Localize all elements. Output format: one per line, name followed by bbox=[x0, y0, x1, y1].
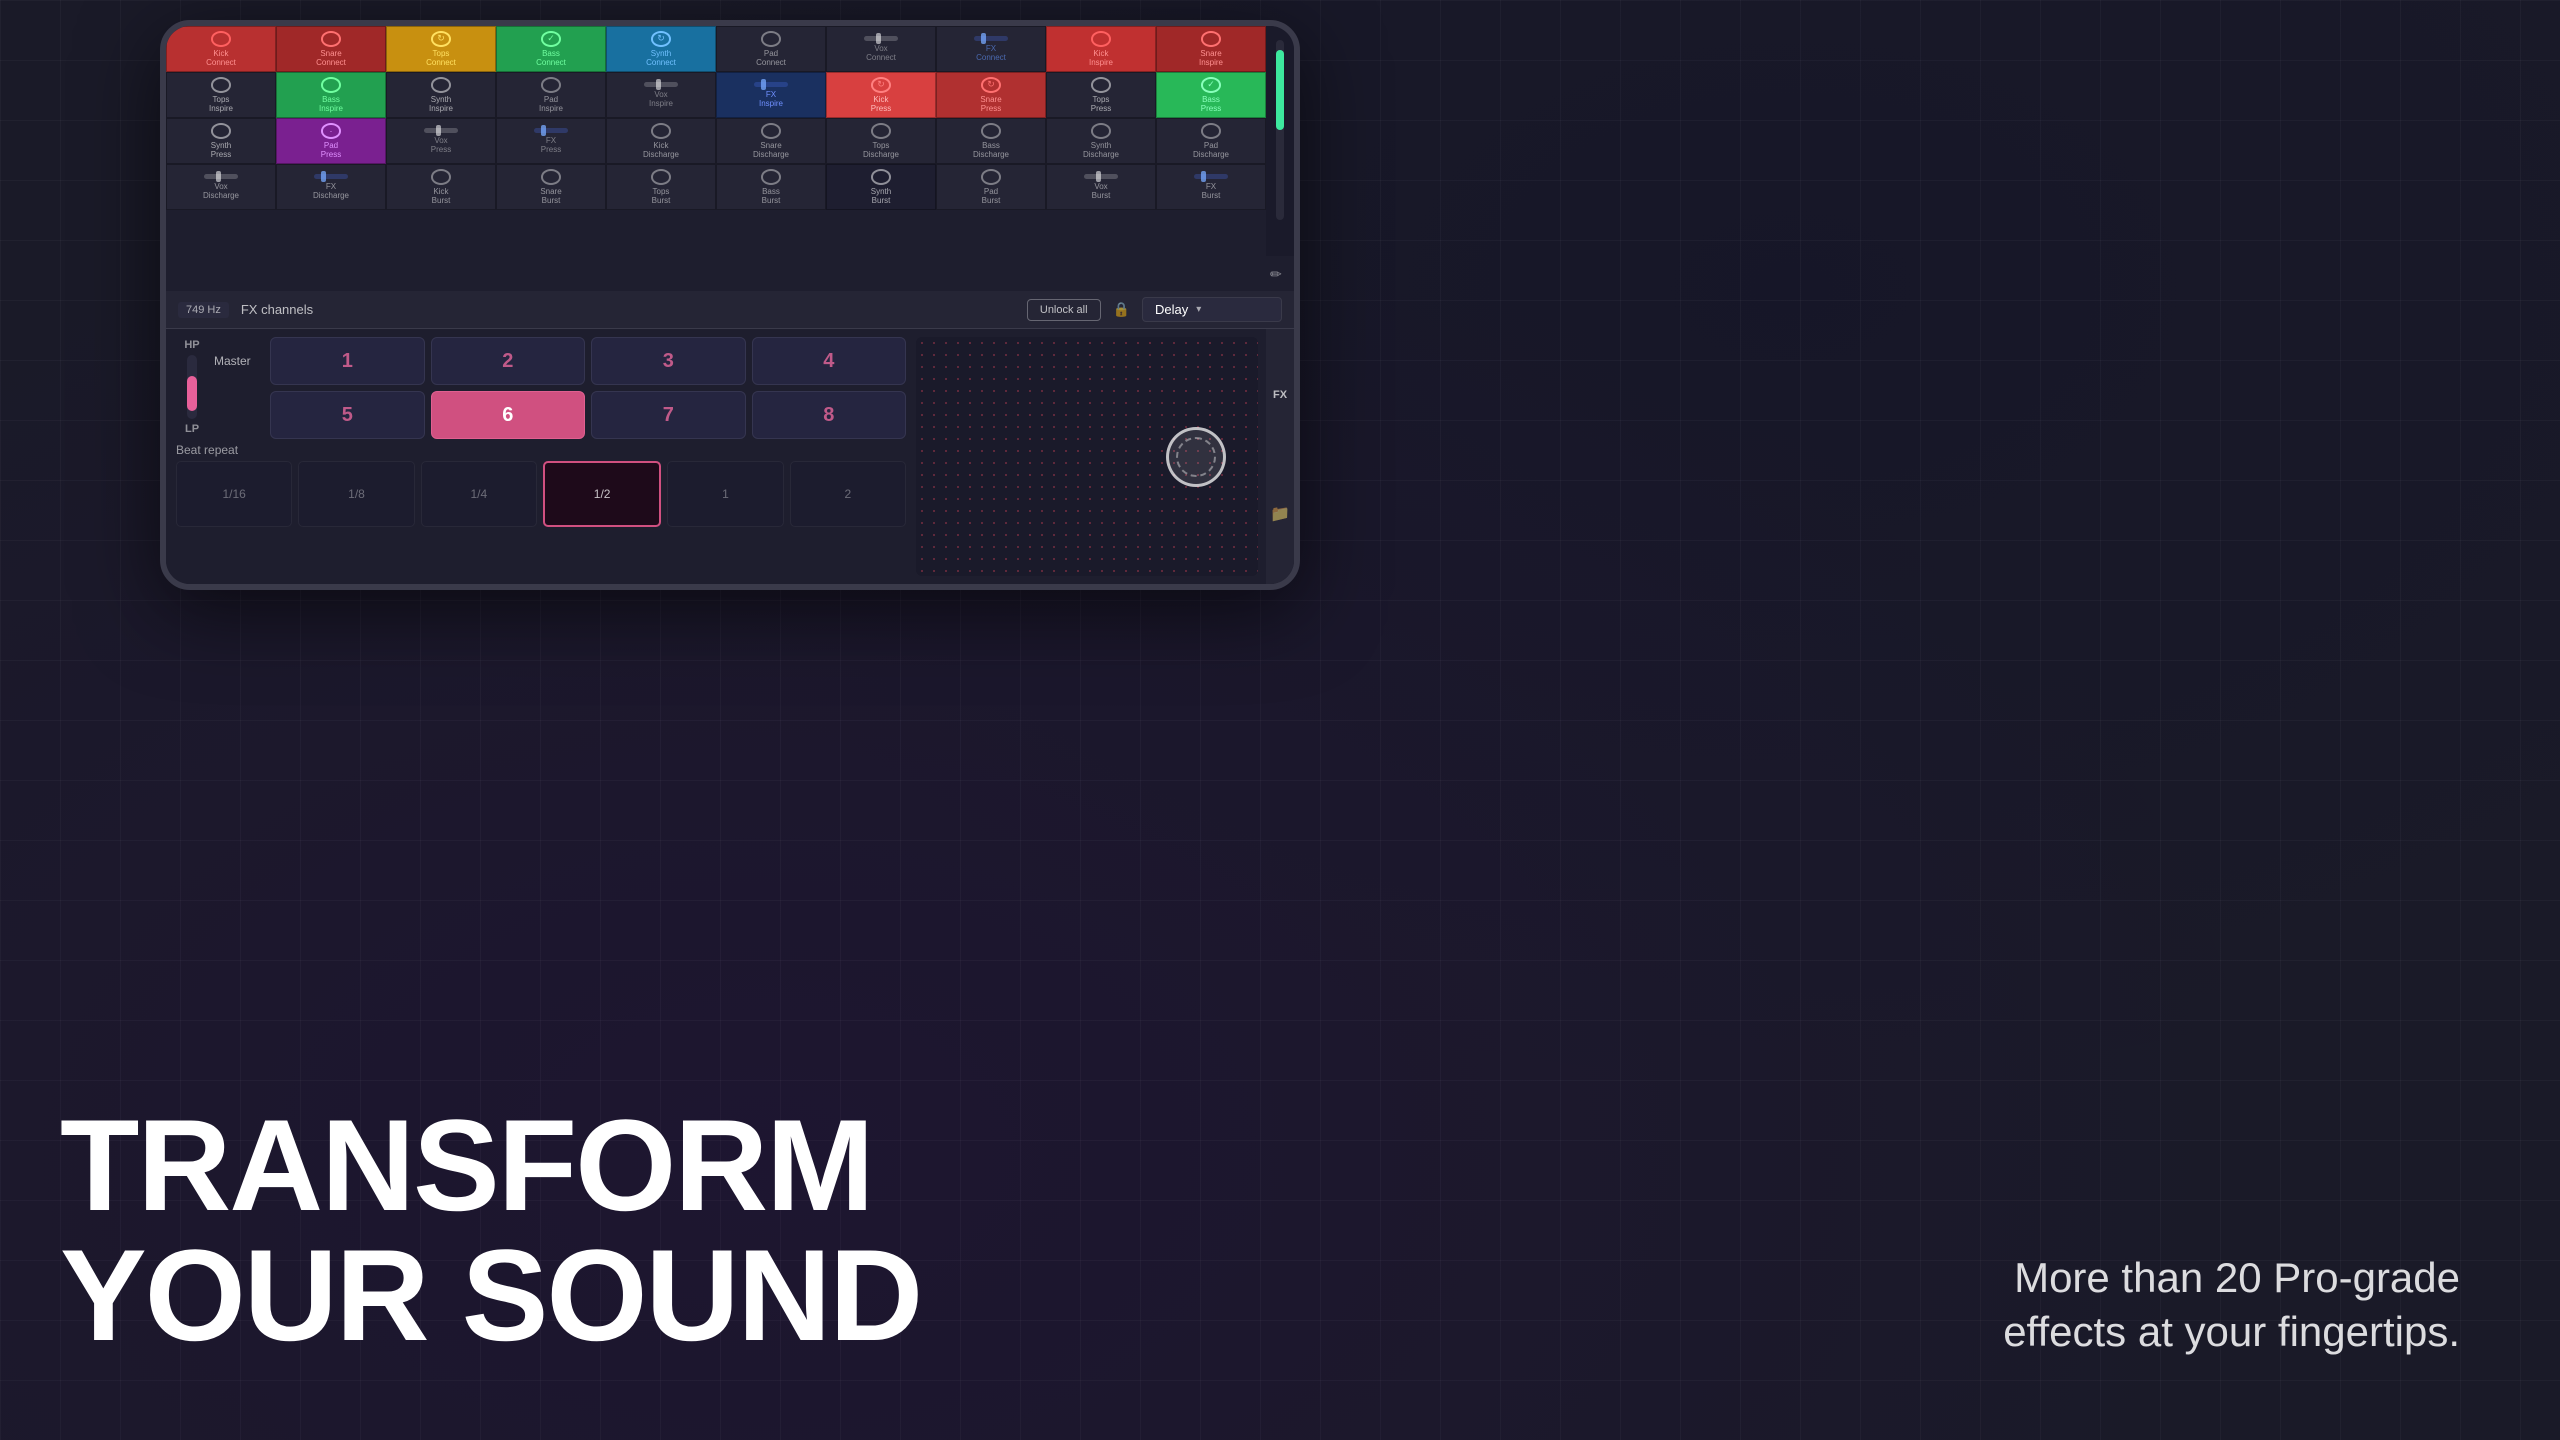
pad-cell-fx-press[interactable]: FXPress bbox=[496, 118, 606, 164]
channel-buttons-row-2: 5 6 7 8 bbox=[270, 391, 906, 439]
fx-header: 749 Hz FX channels Unlock all 🔒 Delay ▾ bbox=[166, 291, 1294, 329]
pad-cell-pad-connect[interactable]: PadConnect bbox=[716, 26, 826, 72]
master-channels: Master 1 2 3 4 bbox=[214, 337, 906, 437]
frequency-badge: 749 Hz bbox=[178, 302, 229, 318]
channel-1-button[interactable]: 1 bbox=[270, 337, 425, 385]
pad-cell-bass-connect[interactable]: ✓BassConnect bbox=[496, 26, 606, 72]
channel-buttons-row-1: 1 2 3 4 bbox=[270, 337, 906, 385]
beat-1-16-button[interactable]: 1/16 bbox=[176, 461, 292, 527]
edit-icon[interactable]: ✏ bbox=[1270, 266, 1290, 286]
pad-cell-pad-press[interactable]: ·PadPress bbox=[276, 118, 386, 164]
fx-knob[interactable] bbox=[1166, 427, 1226, 487]
pad-cell-vox-press[interactable]: VoxPress bbox=[386, 118, 496, 164]
channel-6-button[interactable]: 6 bbox=[431, 391, 586, 439]
channels-panel: HP LP Master 1 bbox=[166, 329, 916, 584]
pad-cell-kick-press[interactable]: ↻KickPress bbox=[826, 72, 936, 118]
lp-label: LP bbox=[185, 423, 199, 435]
right-description-text: More than 20 Pro-grade effects at your f… bbox=[2003, 1251, 2460, 1360]
pad-cell-snare-burst[interactable]: SnareBurst bbox=[496, 164, 606, 210]
beat-1-2-button[interactable]: 1/2 bbox=[543, 461, 661, 527]
pad-cell-kick-connect[interactable]: KickConnect bbox=[166, 26, 276, 72]
channel-row-2: 5 6 7 8 bbox=[214, 391, 906, 439]
pad-cell-fx-inspire[interactable]: FXInspire bbox=[716, 72, 826, 118]
tablet-screen: KickConnectSnareConnect↻TopsConnect✓Bass… bbox=[166, 26, 1294, 584]
pad-cell-pad-discharge[interactable]: PadDischarge bbox=[1156, 118, 1266, 164]
channel-8-button[interactable]: 8 bbox=[752, 391, 907, 439]
pad-cell-snare-connect[interactable]: SnareConnect bbox=[276, 26, 386, 72]
pad-cell-kick-discharge[interactable]: KickDischarge bbox=[606, 118, 716, 164]
lock-icon: 🔒 bbox=[1113, 301, 1130, 318]
fx-channels-label: FX channels bbox=[241, 302, 1015, 317]
pad-cell-pad-burst[interactable]: PadBurst bbox=[936, 164, 1046, 210]
pad-cell-fx-burst[interactable]: FXBurst bbox=[1156, 164, 1266, 210]
pad-cell-tops-burst[interactable]: TopsBurst bbox=[606, 164, 716, 210]
beat-2-button[interactable]: 2 bbox=[790, 461, 906, 527]
pad-cell-bass-discharge[interactable]: BassDischarge bbox=[936, 118, 1046, 164]
unlock-all-button[interactable]: Unlock all bbox=[1027, 299, 1101, 321]
pad-cell-synth-connect[interactable]: ↻SynthConnect bbox=[606, 26, 716, 72]
pad-cell-synth-burst[interactable]: SynthBurst bbox=[826, 164, 936, 210]
folder-icon[interactable]: 📁 bbox=[1270, 504, 1290, 524]
beat-repeat-buttons: 1/16 1/8 1/4 1/2 1 2 bbox=[176, 461, 906, 527]
beat-1-button[interactable]: 1 bbox=[667, 461, 783, 527]
pad-cell-vox-inspire[interactable]: VoxInspire bbox=[606, 72, 716, 118]
tablet-device: KickConnectSnareConnect↻TopsConnect✓Bass… bbox=[160, 20, 1300, 590]
pad-cell-snare-press[interactable]: ↻SnarePress bbox=[936, 72, 1046, 118]
pad-cell-kick-burst[interactable]: KickBurst bbox=[386, 164, 496, 210]
scroll-column bbox=[1266, 26, 1294, 256]
pad-grid: KickConnectSnareConnect↻TopsConnect✓Bass… bbox=[166, 26, 1266, 256]
pad-cell-bass-press[interactable]: ✓BassPress bbox=[1156, 72, 1266, 118]
fx-side-button[interactable]: FX bbox=[1273, 389, 1287, 401]
channel-4-button[interactable]: 4 bbox=[752, 337, 907, 385]
beat-1-4-button[interactable]: 1/4 bbox=[421, 461, 537, 527]
headline-line-1: TRANSFORM bbox=[60, 1100, 921, 1230]
pad-cell-vox-burst[interactable]: VoxBurst bbox=[1046, 164, 1156, 210]
pad-cell-snare-inspire[interactable]: SnareInspire bbox=[1156, 26, 1266, 72]
scroll-thumb bbox=[1276, 50, 1284, 130]
pad-cell-synth-press[interactable]: SynthPress bbox=[166, 118, 276, 164]
pad-cell-tops-press[interactable]: TopsPress bbox=[1046, 72, 1156, 118]
pad-cell-fx-discharge[interactable]: FXDischarge bbox=[276, 164, 386, 210]
channel-7-button[interactable]: 7 bbox=[591, 391, 746, 439]
master-row: Master 1 2 3 4 bbox=[214, 337, 906, 385]
master-label: Master bbox=[214, 354, 264, 368]
fx-knob-inner bbox=[1176, 437, 1216, 477]
delay-selector[interactable]: Delay ▾ bbox=[1142, 297, 1282, 322]
pad-cell-bass-inspire[interactable]: BassInspire bbox=[276, 72, 386, 118]
description-line1: More than 20 Pro-grade bbox=[2014, 1254, 2460, 1301]
filter-column: HP LP bbox=[176, 337, 208, 437]
fx-body: HP LP Master 1 bbox=[166, 329, 1294, 584]
fx-visualizer bbox=[916, 337, 1258, 576]
delay-label: Delay bbox=[1155, 302, 1188, 317]
scroll-bar[interactable] bbox=[1276, 40, 1284, 220]
side-panel: FX 📁 bbox=[1266, 329, 1294, 584]
pad-cell-tops-discharge[interactable]: TopsDischarge bbox=[826, 118, 936, 164]
headline-line-2: YOUR SOUND bbox=[60, 1230, 921, 1360]
pad-cell-snare-discharge[interactable]: SnareDischarge bbox=[716, 118, 826, 164]
pad-cell-synth-inspire[interactable]: SynthInspire bbox=[386, 72, 496, 118]
beat-repeat-label: Beat repeat bbox=[176, 443, 906, 457]
pad-cell-kick-inspire[interactable]: KickInspire bbox=[1046, 26, 1156, 72]
pad-cell-vox-connect[interactable]: VoxConnect bbox=[826, 26, 936, 72]
beat-1-8-button[interactable]: 1/8 bbox=[298, 461, 414, 527]
channel-2-button[interactable]: 2 bbox=[431, 337, 586, 385]
description-line2: effects at your fingertips. bbox=[2003, 1308, 2460, 1355]
channel-5-button[interactable]: 5 bbox=[270, 391, 425, 439]
channel-buttons-area: HP LP Master 1 bbox=[176, 337, 906, 437]
pad-cell-fx-connect[interactable]: FXConnect bbox=[936, 26, 1046, 72]
main-text-section: TRANSFORM YOUR SOUND bbox=[60, 1100, 921, 1360]
pad-cell-pad-inspire[interactable]: PadInspire bbox=[496, 72, 606, 118]
hp-label: HP bbox=[184, 339, 199, 351]
pad-cell-tops-inspire[interactable]: TopsInspire bbox=[166, 72, 276, 118]
chevron-down-icon: ▾ bbox=[1196, 304, 1201, 315]
channel-3-button[interactable]: 3 bbox=[591, 337, 746, 385]
pad-cell-vox-discharge[interactable]: VoxDischarge bbox=[166, 164, 276, 210]
pad-cell-bass-burst[interactable]: BassBurst bbox=[716, 164, 826, 210]
fx-panel: 749 Hz FX channels Unlock all 🔒 Delay ▾ bbox=[166, 291, 1294, 584]
beat-repeat-section: Beat repeat 1/16 1/8 1/4 1/2 1 2 bbox=[176, 443, 906, 527]
right-description-section: More than 20 Pro-grade effects at your f… bbox=[2003, 1251, 2460, 1360]
pad-cell-tops-connect[interactable]: ↻TopsConnect bbox=[386, 26, 496, 72]
pad-cell-synth-discharge[interactable]: SynthDischarge bbox=[1046, 118, 1156, 164]
